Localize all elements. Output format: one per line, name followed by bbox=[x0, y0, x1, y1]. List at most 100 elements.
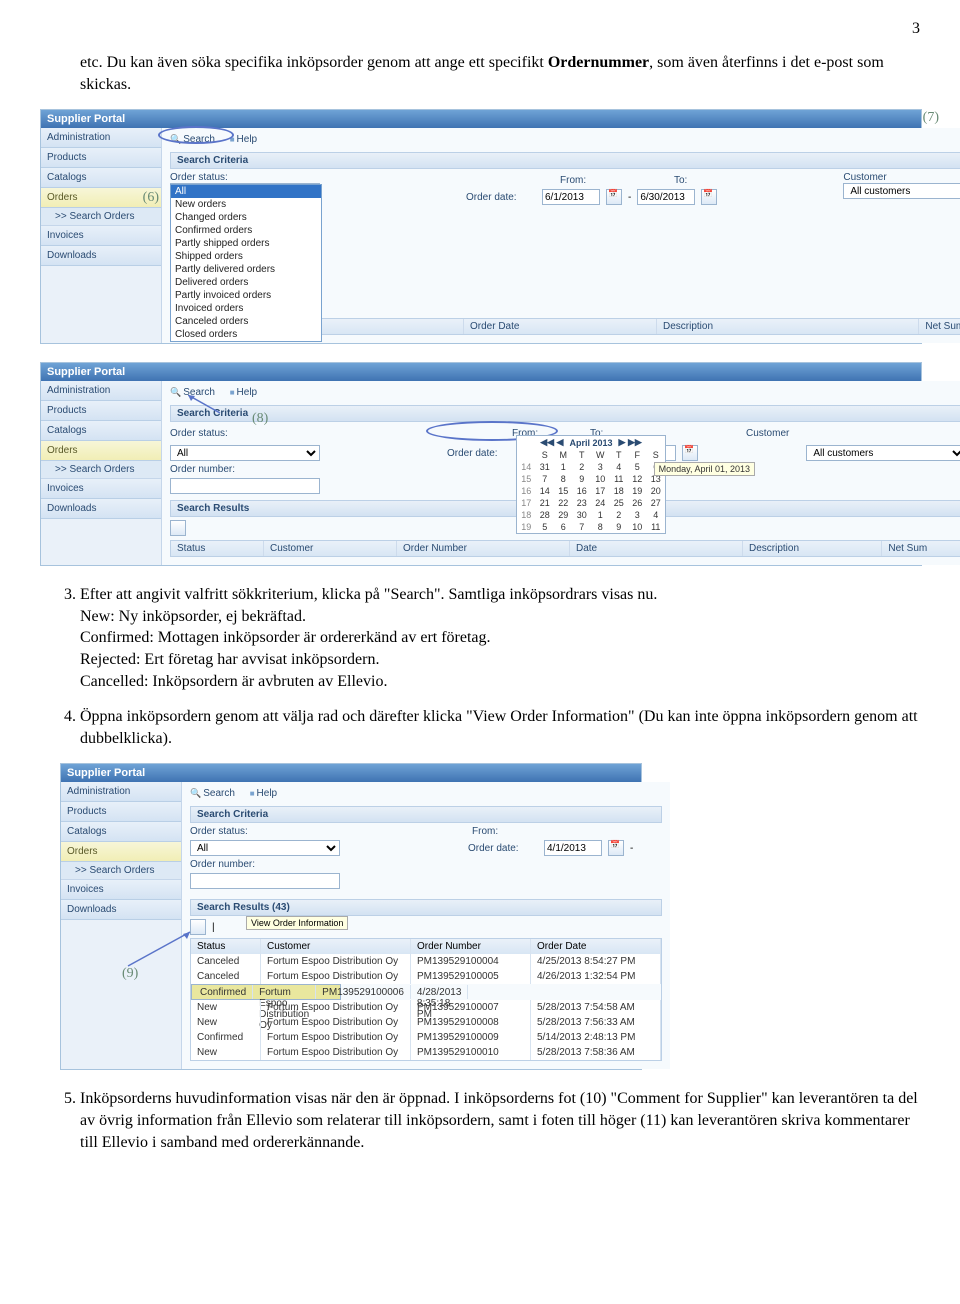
date-dash: - bbox=[630, 843, 633, 854]
from-label: From: bbox=[560, 175, 596, 186]
col-order-date: Order Date bbox=[531, 939, 661, 954]
sidebar: Administration Products Catalogs Orders … bbox=[41, 128, 162, 343]
intro-paragraph: etc. Du kan även söka specifika inköpsor… bbox=[40, 52, 920, 95]
dp-row[interactable]: 19567891011 bbox=[517, 521, 665, 533]
dp-row[interactable]: 1721222324252627 bbox=[517, 497, 665, 509]
search-button[interactable]: Search bbox=[170, 134, 215, 145]
order-status-label: Order status: bbox=[170, 172, 320, 183]
help-button[interactable]: Help bbox=[230, 387, 257, 398]
dropdown-item[interactable]: Partly shipped orders bbox=[171, 237, 321, 250]
table-row[interactable]: CanceledFortum Espoo Distribution OyPM13… bbox=[191, 954, 661, 969]
intro-pre: etc. Du kan även söka specifika inköpsor… bbox=[80, 54, 548, 71]
dp-row[interactable]: 1431123456 bbox=[517, 461, 665, 473]
order-number-input[interactable] bbox=[190, 873, 340, 889]
sidebar-item-downloads[interactable]: Downloads bbox=[41, 246, 161, 266]
view-order-icon[interactable] bbox=[170, 520, 186, 536]
sidebar-sub-label: >> Search Orders bbox=[55, 211, 134, 222]
col-net-sum: Net Sum bbox=[919, 319, 960, 334]
dropdown-item[interactable]: Closed orders bbox=[171, 328, 321, 341]
item3-lead: Efter att angivit valfritt sökkriterium,… bbox=[80, 586, 657, 603]
dropdown-item[interactable]: Canceled orders bbox=[171, 315, 321, 328]
from-date-input[interactable] bbox=[542, 189, 600, 205]
from-date-input[interactable] bbox=[544, 840, 602, 856]
dp-row[interactable]: 1614151617181920 bbox=[517, 485, 665, 497]
dropdown-item[interactable]: All bbox=[171, 185, 321, 198]
help-button[interactable]: Help bbox=[230, 134, 257, 145]
order-status-select[interactable]: All bbox=[170, 445, 320, 461]
sidebar: Administration Products Catalogs Orders … bbox=[41, 381, 162, 565]
sidebar-item-downloads[interactable]: Downloads bbox=[61, 900, 181, 920]
col-status: Status bbox=[191, 939, 261, 954]
customer-select[interactable]: All customers bbox=[843, 183, 960, 199]
calendar-icon[interactable] bbox=[701, 189, 717, 205]
sidebar-item-products[interactable]: Products bbox=[61, 802, 181, 822]
search-criteria-title: Search Criteria bbox=[190, 806, 662, 823]
col-order-number: Order Number bbox=[411, 939, 531, 954]
sidebar-item-invoices[interactable]: Invoices bbox=[41, 226, 161, 246]
sidebar-item-orders[interactable]: Orders bbox=[61, 842, 181, 862]
table-row[interactable]: CanceledFortum Espoo Distribution OyPM13… bbox=[191, 969, 661, 984]
sidebar-item-invoices[interactable]: Invoices bbox=[61, 880, 181, 900]
dropdown-item[interactable]: Delivered orders bbox=[171, 276, 321, 289]
calendar-icon[interactable] bbox=[606, 189, 622, 205]
dropdown-item[interactable]: Confirmed orders bbox=[171, 224, 321, 237]
dropdown-item[interactable]: Partly delivered orders bbox=[171, 263, 321, 276]
search-criteria-title: Search Criteria bbox=[170, 405, 960, 422]
order-status-label: Order status: bbox=[190, 826, 260, 837]
sidebar-item-catalogs[interactable]: Catalogs bbox=[41, 168, 161, 188]
sidebar-item-admin[interactable]: Administration bbox=[41, 381, 161, 401]
search-button[interactable]: Search bbox=[170, 387, 215, 398]
dropdown-item[interactable]: New orders bbox=[171, 198, 321, 211]
dp-row[interactable]: 182829301234 bbox=[517, 509, 665, 521]
dp-next-icon[interactable]: ▶ ▶▶ bbox=[619, 437, 642, 448]
sidebar-item-admin[interactable]: Administration bbox=[61, 782, 181, 802]
datepicker-header: ◀◀ ◀ April 2013 ▶ ▶▶ bbox=[517, 436, 665, 449]
order-status-label: Order status: bbox=[170, 428, 240, 439]
sidebar-sub-search-orders[interactable]: >> Search Orders bbox=[41, 461, 161, 479]
search-results-title: Search Results (43) bbox=[190, 899, 662, 916]
dp-prev-icon[interactable]: ◀◀ ◀ bbox=[540, 437, 563, 448]
customer-select[interactable]: All customers bbox=[806, 445, 960, 461]
datepicker[interactable]: ◀◀ ◀ April 2013 ▶ ▶▶ SMTWTFS 1431123456 … bbox=[516, 435, 666, 534]
col-status: Status bbox=[171, 541, 264, 556]
dropdown-item[interactable]: Partly invoiced orders bbox=[171, 289, 321, 302]
screenshot-3: Supplier Portal Administration Products … bbox=[60, 763, 642, 1070]
table-row[interactable]: ConfirmedFortum Espoo Distribution OyPM1… bbox=[191, 1030, 661, 1045]
dp-row[interactable]: 1578910111213 bbox=[517, 473, 665, 485]
table-row[interactable]: NewFortum Espoo Distribution OyPM1395291… bbox=[191, 1045, 661, 1060]
sidebar-item-products[interactable]: Products bbox=[41, 401, 161, 421]
table-row[interactable]: NewFortum Espoo Distribution OyPM1395291… bbox=[191, 1000, 661, 1015]
dp-dow: SMTWTFS bbox=[517, 449, 665, 461]
sidebar-item-orders[interactable]: Orders (6) bbox=[41, 188, 161, 208]
sidebar-item-catalogs[interactable]: Catalogs bbox=[61, 822, 181, 842]
sidebar-item-orders-label: Orders bbox=[47, 192, 78, 203]
sidebar-sub-search-orders[interactable]: >> Search Orders bbox=[61, 862, 181, 880]
dropdown-item[interactable]: Changed orders bbox=[171, 211, 321, 224]
calendar-icon[interactable] bbox=[682, 445, 698, 461]
page-number: 3 bbox=[40, 20, 920, 38]
sidebar-item-catalogs[interactable]: Catalogs bbox=[41, 421, 161, 441]
portal-header: Supplier Portal bbox=[41, 110, 921, 128]
order-status-select[interactable]: All bbox=[190, 840, 340, 856]
sidebar-item-admin[interactable]: Administration bbox=[41, 128, 161, 148]
sidebar-item-products[interactable]: Products bbox=[41, 148, 161, 168]
table-row-selected[interactable]: ConfirmedFortum Espoo Distribution OyPM1… bbox=[191, 984, 341, 1000]
sidebar-item-downloads[interactable]: Downloads bbox=[41, 499, 161, 519]
sidebar-item-orders[interactable]: Orders bbox=[41, 441, 161, 461]
view-order-icon[interactable] bbox=[190, 919, 206, 935]
portal-header: Supplier Portal bbox=[41, 363, 921, 381]
sidebar-sub-search-orders[interactable]: >> Search Orders (7) bbox=[41, 208, 161, 226]
order-date-label: Order date: bbox=[466, 192, 536, 203]
dropdown-item[interactable]: Invoiced orders bbox=[171, 302, 321, 315]
sidebar-item-invoices[interactable]: Invoices bbox=[41, 479, 161, 499]
order-number-input[interactable] bbox=[170, 478, 320, 494]
help-button[interactable]: Help bbox=[250, 788, 277, 799]
to-date-input[interactable] bbox=[637, 189, 695, 205]
table-row[interactable]: NewFortum Espoo Distribution OyPM1395291… bbox=[191, 1015, 661, 1030]
search-button[interactable]: Search bbox=[190, 788, 235, 799]
status-dropdown[interactable]: All New orders Changed orders Confirmed … bbox=[170, 184, 322, 342]
calendar-icon[interactable] bbox=[608, 840, 624, 856]
list-item-4: Öppna inköpsordern genom att välja rad o… bbox=[80, 706, 920, 749]
dropdown-item[interactable]: Shipped orders bbox=[171, 250, 321, 263]
col-net-sum: Net Sum bbox=[882, 541, 960, 556]
